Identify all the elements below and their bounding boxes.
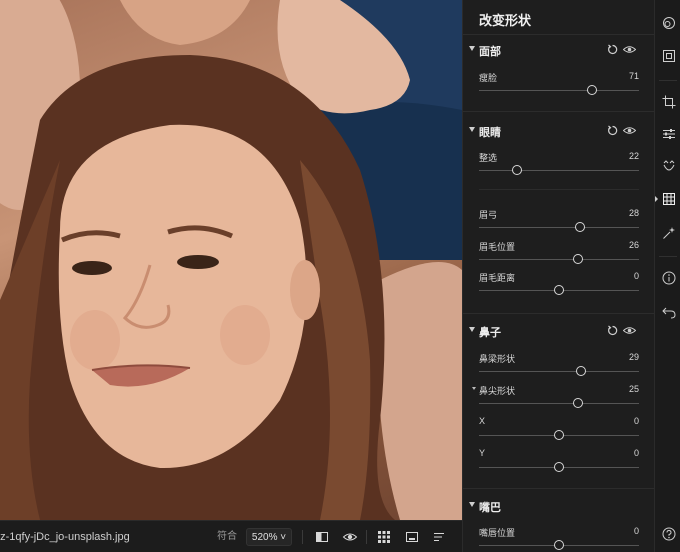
collapse-triangle-icon[interactable] bbox=[469, 502, 475, 507]
collapse-triangle-icon[interactable] bbox=[469, 127, 475, 132]
slider-value[interactable]: 26 bbox=[629, 240, 639, 250]
reset-icon[interactable] bbox=[607, 325, 618, 336]
slider-handle[interactable] bbox=[554, 285, 564, 295]
visibility-eye-icon[interactable] bbox=[623, 325, 636, 336]
active-tool-indicator bbox=[655, 196, 658, 202]
slider-handle[interactable] bbox=[587, 85, 597, 95]
slider-track[interactable] bbox=[479, 227, 639, 228]
slider-lip-position[interactable]: 嘴唇位置 0 bbox=[463, 526, 654, 552]
slider-brow-arch[interactable]: 眉弓 28 bbox=[463, 208, 654, 238]
slider-nose-tip[interactable]: 鼻尖形状 25 bbox=[463, 384, 654, 414]
slider-track[interactable] bbox=[479, 170, 639, 171]
slider-track[interactable] bbox=[479, 90, 639, 91]
expand-triangle-icon[interactable] bbox=[472, 387, 476, 390]
fit-button[interactable]: 符合 bbox=[210, 528, 244, 546]
slider-eye-select[interactable]: 整选 22 bbox=[463, 151, 654, 181]
slider-value[interactable]: 28 bbox=[629, 208, 639, 218]
section-header-nose[interactable]: 鼻子 bbox=[463, 320, 654, 344]
slider-value[interactable]: 25 bbox=[629, 384, 639, 394]
slider-handle[interactable] bbox=[512, 165, 522, 175]
divider bbox=[659, 256, 677, 257]
divider bbox=[479, 189, 639, 190]
slider-value[interactable]: 0 bbox=[634, 271, 639, 281]
slider-label: 眉毛位置 bbox=[479, 242, 516, 252]
slider-label: 眉弓 bbox=[479, 210, 498, 220]
slider-label: 整选 bbox=[479, 153, 498, 163]
slider-handle[interactable] bbox=[575, 222, 585, 232]
slider-value[interactable]: 22 bbox=[629, 151, 639, 161]
slider-value[interactable]: 71 bbox=[629, 71, 639, 81]
collapse-triangle-icon[interactable] bbox=[469, 46, 475, 51]
slider-value[interactable]: 0 bbox=[634, 526, 639, 536]
section-title: 眼睛 bbox=[479, 127, 501, 139]
status-bar: ez-1qfy-jDc_jo-unsplash.jpg 符合 520% ˅ bbox=[0, 520, 462, 552]
slider-handle[interactable] bbox=[576, 366, 586, 376]
file-name: ez-1qfy-jDc_jo-unsplash.jpg bbox=[0, 531, 130, 543]
zoom-dropdown[interactable]: 520% ˅ bbox=[246, 528, 292, 546]
slider-label: 鼻梁形状 bbox=[479, 354, 516, 364]
section-title: 鼻子 bbox=[479, 327, 501, 339]
slider-handle[interactable] bbox=[573, 254, 583, 264]
section-header-eyes[interactable]: 眼睛 bbox=[463, 120, 654, 144]
slider-value[interactable]: 0 bbox=[634, 416, 639, 426]
section-header-mouth[interactable]: 嘴巴 bbox=[463, 495, 654, 519]
slider-track[interactable] bbox=[479, 371, 639, 372]
face-retouch-icon[interactable] bbox=[662, 160, 676, 174]
slider-handle[interactable] bbox=[573, 398, 583, 408]
undo-icon[interactable] bbox=[662, 305, 676, 319]
slider-value[interactable]: 29 bbox=[629, 352, 639, 362]
visibility-eye-icon[interactable] bbox=[623, 44, 636, 55]
panel-title: 改变形状 bbox=[479, 13, 532, 28]
slider-nose-x[interactable]: X 0 bbox=[463, 416, 654, 446]
photo-canvas[interactable] bbox=[0, 0, 462, 520]
slider-label: 嘴唇位置 bbox=[479, 528, 516, 538]
magic-wand-icon[interactable] bbox=[662, 226, 676, 240]
slider-brow-distance[interactable]: 眉毛距离 0 bbox=[463, 271, 654, 301]
divider bbox=[463, 488, 654, 489]
slider-label: X bbox=[479, 416, 486, 426]
slider-track[interactable] bbox=[479, 403, 639, 404]
sort-lines-icon[interactable] bbox=[431, 529, 447, 545]
slider-label: 瘦脸 bbox=[479, 73, 498, 83]
divider bbox=[659, 80, 677, 81]
preview-eye-icon[interactable] bbox=[342, 529, 358, 545]
section-header-face[interactable]: 面部 bbox=[463, 39, 654, 63]
face-detect-icon[interactable] bbox=[662, 49, 676, 63]
slider-handle[interactable] bbox=[554, 540, 564, 550]
slider-handle[interactable] bbox=[554, 462, 564, 472]
slider-track[interactable] bbox=[479, 259, 639, 260]
reset-icon[interactable] bbox=[607, 44, 618, 55]
section-title: 面部 bbox=[479, 46, 501, 58]
visibility-eye-icon[interactable] bbox=[623, 125, 636, 136]
grid-view-icon[interactable] bbox=[376, 529, 392, 545]
divider bbox=[302, 530, 303, 544]
portrait-photo bbox=[0, 0, 462, 520]
adjust-sliders-icon[interactable] bbox=[662, 127, 676, 141]
crop-icon[interactable] bbox=[662, 95, 676, 109]
slider-brow-position[interactable]: 眉毛位置 26 bbox=[463, 240, 654, 270]
slider-label: Y bbox=[479, 448, 486, 458]
filmstrip-icon[interactable] bbox=[404, 529, 420, 545]
divider bbox=[463, 111, 654, 112]
collapse-triangle-icon[interactable] bbox=[469, 327, 475, 332]
reshape-panel: 改变形状 面部 瘦脸 71 眼睛 整选 22 眉弓 28 眉毛位置 26 眉毛距… bbox=[462, 0, 654, 552]
slider-nose-bridge[interactable]: 鼻梁形状 29 bbox=[463, 352, 654, 382]
overlay-circles-icon[interactable] bbox=[662, 16, 676, 30]
compare-icon[interactable] bbox=[314, 529, 330, 545]
help-icon[interactable] bbox=[662, 527, 676, 541]
reshape-grid-icon[interactable] bbox=[662, 192, 676, 206]
slider-value[interactable]: 0 bbox=[634, 448, 639, 458]
divider bbox=[366, 530, 367, 544]
slider-label: 鼻尖形状 bbox=[479, 386, 516, 396]
divider bbox=[463, 313, 654, 314]
slider-label: 眉毛距离 bbox=[479, 273, 516, 283]
reset-icon[interactable] bbox=[607, 125, 618, 136]
section-title: 嘴巴 bbox=[479, 502, 501, 514]
slider-face-slim[interactable]: 瘦脸 71 bbox=[463, 71, 654, 101]
divider bbox=[463, 34, 654, 35]
slider-nose-y[interactable]: Y 0 bbox=[463, 448, 654, 478]
info-icon[interactable] bbox=[662, 271, 676, 285]
tool-strip bbox=[654, 0, 680, 552]
slider-handle[interactable] bbox=[554, 430, 564, 440]
